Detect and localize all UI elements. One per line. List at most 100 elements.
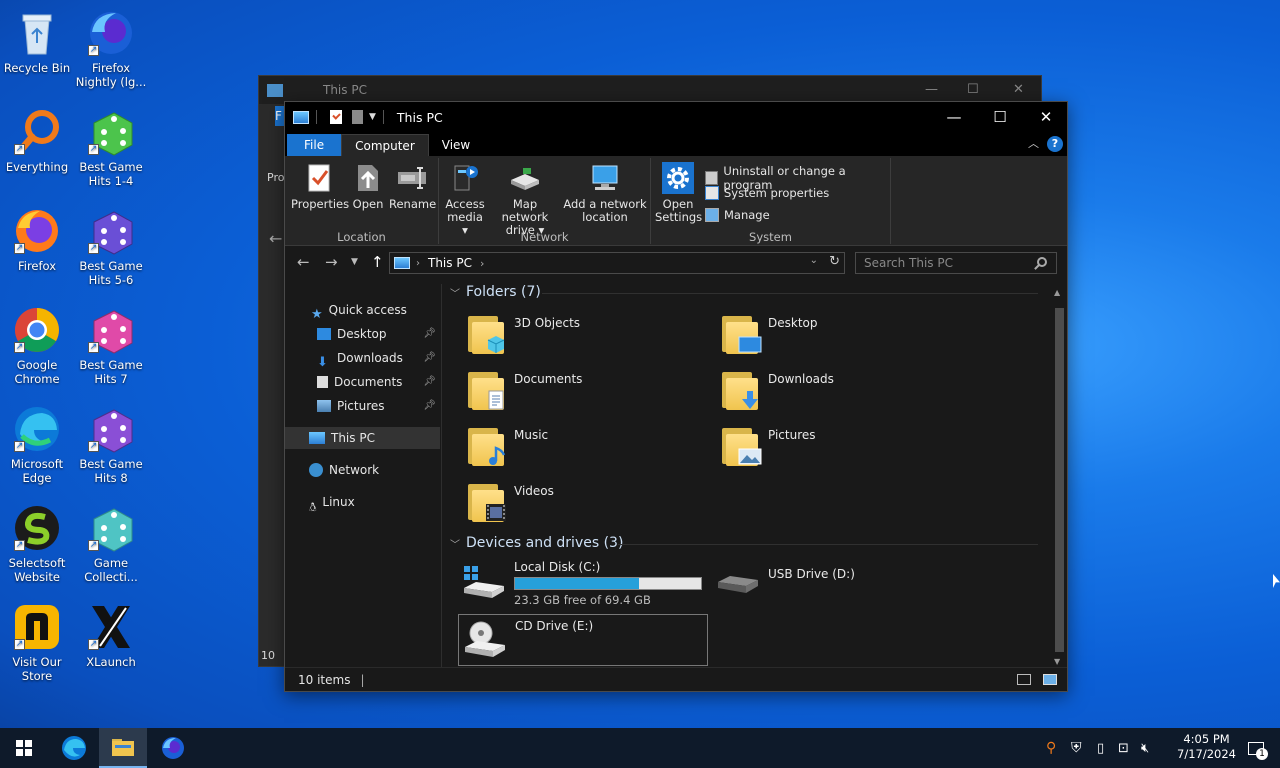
desktop-icon-recycle-bin[interactable]: Recycle Bin	[0, 8, 74, 75]
help-icon[interactable]: ?	[1047, 136, 1063, 152]
devices-group-header[interactable]: ﹀ Devices and drives (3)	[450, 535, 623, 551]
search-icon[interactable]	[1037, 257, 1047, 267]
drive-cd-e[interactable]: CD Drive (E:)	[458, 614, 708, 666]
drive-usage-fill	[515, 578, 639, 589]
properties-button[interactable]: Properties	[291, 162, 349, 211]
map-network-drive-button[interactable]: Map network drive ▾	[489, 162, 561, 237]
system-properties-button[interactable]: System properties	[705, 186, 829, 200]
volume-muted-icon[interactable]: 🔇︎	[1141, 728, 1149, 768]
everything-tray-icon[interactable]: ⚲	[1046, 728, 1056, 768]
notification-center-button[interactable]: 1	[1232, 728, 1280, 768]
shortcut-arrow-icon	[14, 144, 25, 155]
add-network-location-button[interactable]: Add a network location	[563, 162, 647, 224]
new-folder-quick-icon[interactable]	[352, 110, 363, 124]
drive-usb-d[interactable]: USB Drive (D:)	[716, 560, 855, 608]
folder-pictures[interactable]: Pictures	[722, 424, 952, 474]
nav-quick-access[interactable]: ★ Quick access	[285, 299, 440, 322]
nav-documents[interactable]: Documents 📌︎	[285, 371, 440, 393]
folders-group-header[interactable]: ﹀ Folders (7)	[450, 284, 541, 300]
collapse-ribbon-icon[interactable]: ︿	[1028, 135, 1039, 151]
tab-computer[interactable]: Computer	[341, 134, 429, 156]
tab-view[interactable]: View	[429, 134, 483, 156]
scroll-down-icon[interactable]: ▼	[1054, 657, 1060, 666]
nav-this-pc[interactable]: This PC	[285, 427, 440, 449]
minimize-button[interactable]: —	[931, 102, 977, 132]
large-icons-view-icon[interactable]	[1043, 674, 1057, 685]
address-path[interactable]: This PC	[428, 256, 472, 270]
properties-quick-icon[interactable]	[330, 110, 342, 124]
folder-desktop[interactable]: Desktop	[722, 312, 952, 362]
desktop-icon-visit-our-store[interactable]: Visit Our Store	[0, 602, 74, 683]
pin-icon: 📌︎	[423, 352, 436, 363]
back-minimize-button[interactable]: —	[925, 82, 938, 97]
maximize-button[interactable]: ☐	[977, 102, 1023, 132]
security-shield-icon[interactable]: ⛨	[1071, 728, 1082, 768]
folder-documents[interactable]: Documents	[468, 368, 698, 418]
window-titlebar[interactable]: ▼ This PC — ☐ ✕	[285, 102, 1067, 132]
nav-linux[interactable]: 🐧︎ Linux	[285, 491, 440, 514]
tab-file[interactable]: File	[287, 134, 342, 156]
green-dice-icon	[86, 107, 136, 157]
cd-drive-icon	[463, 619, 507, 659]
desktop-icon-best-game-hits-8[interactable]: Best Game Hits 8	[74, 404, 148, 485]
address-bar[interactable]: › This PC › ⌄ ↻	[389, 252, 845, 274]
taskbar-edge-button[interactable]	[50, 728, 98, 768]
system-clock[interactable]: 4:05 PM 7/17/2024	[1177, 732, 1236, 762]
details-view-icon[interactable]	[1017, 674, 1031, 685]
collapse-chevron-icon[interactable]: ﹀	[450, 536, 460, 551]
nav-pictures[interactable]: Pictures 📌︎	[285, 395, 440, 417]
access-media-button[interactable]: Access media ▾	[443, 162, 487, 237]
vertical-scrollbar[interactable]: ▲ ▼	[1051, 284, 1067, 668]
forward-arrow-icon[interactable]: →	[325, 253, 338, 271]
open-settings-button[interactable]: Open Settings	[655, 162, 702, 224]
desktop-icon-microsoft-edge[interactable]: Microsoft Edge	[0, 404, 74, 485]
explorer-window[interactable]: ▼ This PC — ☐ ✕ File Computer View ︿ ? P…	[284, 101, 1068, 692]
customize-quick-access-icon[interactable]: ▼	[369, 112, 376, 122]
desktop-icon-xlaunch[interactable]: XLaunch	[74, 602, 148, 669]
back-ribbon-fragment: Pro	[267, 171, 285, 184]
back-arrow-icon[interactable]: ←	[297, 253, 310, 271]
network-status-icon[interactable]: ⊡	[1118, 728, 1129, 768]
folder-videos[interactable]: Videos	[468, 480, 698, 530]
nav-downloads[interactable]: ⬇ Downloads 📌︎	[285, 347, 440, 370]
desktop-icon-firefox-nightly[interactable]: Firefox Nightly (lg...	[74, 8, 148, 89]
scroll-up-icon[interactable]: ▲	[1054, 288, 1060, 297]
nav-desktop[interactable]: Desktop 📌︎	[285, 323, 440, 345]
taskbar-file-explorer-button[interactable]	[99, 728, 147, 768]
taskbar-firefox-nightly-button[interactable]	[149, 728, 197, 768]
desktop-icon-google-chrome[interactable]: Google Chrome	[0, 305, 74, 386]
address-dropdown-icon[interactable]: ⌄	[810, 255, 818, 266]
refresh-icon[interactable]: ↻	[829, 254, 840, 269]
back-maximize-button[interactable]: ☐	[967, 82, 979, 97]
recent-locations-icon[interactable]: ▼	[351, 257, 358, 267]
drive-local-disk-c[interactable]: Local Disk (C:) 23.3 GB free of 69.4 GB	[462, 560, 702, 608]
start-button[interactable]	[0, 728, 48, 768]
desktop-icon-label: Microsoft Edge	[10, 457, 64, 485]
desktop-icon-best-game-hits-7[interactable]: Best Game Hits 7	[74, 305, 148, 386]
shortcut-arrow-icon	[14, 441, 25, 452]
desktop-icon-firefox[interactable]: Firefox	[0, 206, 74, 273]
back-window-titlebar[interactable]: This PC	[259, 76, 1041, 104]
purple-dice-icon	[86, 206, 136, 256]
desktop-icon-selectsoft-website[interactable]: Selectsoft Website	[0, 503, 74, 584]
group-divider	[542, 293, 1038, 294]
folder-downloads[interactable]: Downloads	[722, 368, 952, 418]
up-arrow-icon[interactable]: ↑	[371, 253, 384, 271]
open-button[interactable]: Open	[351, 162, 385, 211]
folder-music[interactable]: Music	[468, 424, 698, 474]
desktop-icon-game-collection[interactable]: Game Collecti...	[74, 503, 148, 584]
scrollbar-thumb[interactable]	[1055, 308, 1064, 652]
manage-button[interactable]: Manage	[705, 208, 770, 222]
search-input[interactable]: Search This PC	[855, 252, 1057, 274]
folder-3d-objects[interactable]: 3D Objects	[468, 312, 698, 362]
desktop-icon-best-game-hits-5-6[interactable]: Best Game Hits 5-6	[74, 206, 148, 287]
collapse-chevron-icon[interactable]: ﹀	[450, 285, 460, 300]
close-button[interactable]: ✕	[1023, 102, 1069, 132]
usb-eject-icon[interactable]: ▯	[1097, 728, 1104, 768]
rename-button[interactable]: Rename	[389, 162, 436, 211]
desktop-icon-best-game-hits-1-4[interactable]: Best Game Hits 1-4	[74, 107, 148, 188]
nav-network[interactable]: Network	[285, 459, 440, 481]
back-close-button[interactable]: ✕	[1013, 82, 1024, 97]
desktop-icon-everything[interactable]: Everything	[0, 107, 74, 174]
breadcrumb-chevron-icon[interactable]: ›	[480, 257, 484, 270]
